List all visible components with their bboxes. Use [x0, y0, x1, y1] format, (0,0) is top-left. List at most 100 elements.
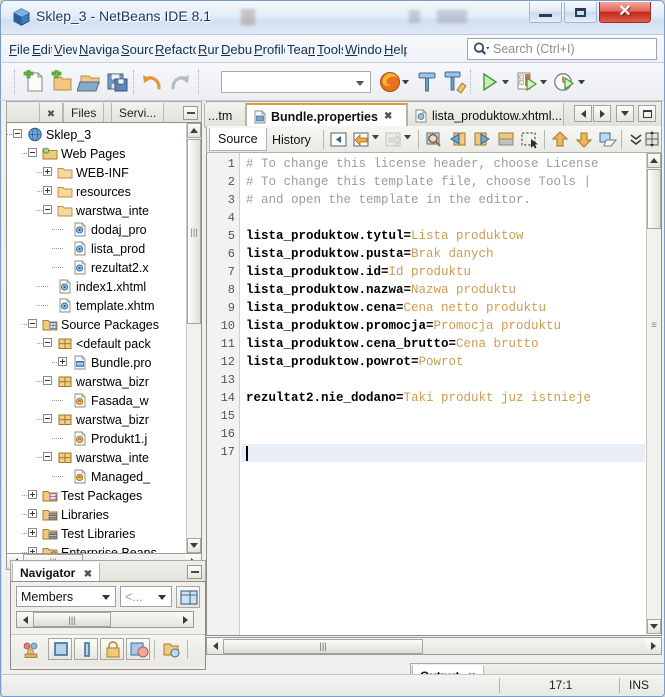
tree-collapse-icon[interactable] [43, 414, 52, 423]
tree-collapse-icon[interactable] [28, 319, 37, 328]
code-text-area[interactable]: # To change this license header, choose … [241, 153, 645, 635]
tab-files[interactable]: Files [63, 103, 105, 123]
navigator-horizontal-scrollbar[interactable]: ||| [16, 611, 194, 628]
profile-dropdown-arrow[interactable] [578, 80, 585, 85]
menu-team[interactable]: Team [286, 39, 315, 60]
new-file-button[interactable] [21, 68, 47, 94]
debug-dropdown-arrow[interactable] [540, 80, 547, 85]
tab-bundle-properties[interactable]: Bundle.properties ✖ [246, 103, 407, 128]
minimize-button[interactable] [529, 2, 562, 23]
tree-expand-icon[interactable] [58, 357, 67, 366]
toggle-bookmark-button[interactable] [495, 130, 517, 149]
code-editor[interactable]: 1 2 3 4 5 6 7 8 9 10 11 12 13 14 15 16 17 # To change th… [206, 153, 662, 636]
scroll-right-button[interactable] [177, 612, 193, 627]
scroll-up-button[interactable] [187, 123, 201, 138]
scroll-left-button[interactable] [17, 612, 33, 627]
open-project-button[interactable] [76, 70, 103, 94]
tree-node[interactable]: Bundle.pro [7, 353, 201, 372]
redo-button[interactable] [168, 70, 194, 94]
run-project-button[interactable] [476, 70, 502, 94]
navigator-view-button[interactable] [176, 586, 200, 608]
tree-node[interactable]: resources [7, 182, 201, 201]
editor-vertical-scrollbar[interactable]: ≡ [646, 153, 661, 634]
tab-template-xhtml[interactable]: ...tm [204, 103, 246, 128]
scroll-down-button[interactable] [647, 619, 661, 634]
show-inherited-button[interactable] [48, 638, 72, 660]
scroll-left-button[interactable] [207, 638, 223, 654]
scroll-thumb[interactable]: ||| [33, 612, 111, 627]
tree-node[interactable]: template.xhtm [7, 296, 201, 315]
scroll-up-button[interactable] [647, 153, 661, 168]
tab-lista-produktow-xhtml[interactable]: lista_produktow.xhtml... [407, 103, 564, 128]
menu-source[interactable]: Source [120, 39, 153, 60]
maximize-button[interactable] [564, 2, 597, 23]
last-edit-button[interactable] [328, 130, 350, 149]
find-selection-button[interactable] [423, 130, 445, 149]
show-fields-button[interactable] [74, 638, 98, 660]
tab-close-icon[interactable]: ✖ [84, 569, 92, 580]
tab-close-icon[interactable]: ✖ [384, 111, 392, 122]
undo-button[interactable] [140, 70, 166, 94]
menu-navigate[interactable]: Navigate [78, 39, 119, 60]
next-bookmark-button[interactable] [471, 130, 493, 149]
tab-list-button[interactable] [616, 105, 634, 122]
shift-line-left-button[interactable] [549, 130, 571, 149]
scroll-tabs-left-button[interactable] [574, 105, 592, 122]
source-view-button[interactable]: Source [209, 128, 267, 151]
tree-node[interactable]: <default pack [7, 334, 201, 353]
tree-node[interactable]: Produkt1.j [7, 429, 201, 448]
scroll-tabs-right-button[interactable] [593, 105, 611, 122]
tree-node[interactable]: Web Pages [7, 144, 201, 163]
filter-sort-button[interactable] [20, 639, 42, 661]
menu-help[interactable]: Help [383, 39, 407, 60]
back-navigate-button[interactable] [351, 130, 373, 149]
tree-expand-icon[interactable] [28, 528, 37, 537]
menu-window[interactable]: Window [344, 39, 382, 60]
tree-node[interactable]: index1.xhtml [7, 277, 201, 296]
back-dropdown-arrow[interactable] [372, 135, 379, 140]
tree-node[interactable]: Test Libraries [7, 524, 201, 543]
run-dropdown-arrow[interactable] [502, 80, 509, 85]
maximize-editor-button[interactable] [638, 105, 656, 122]
tree-node[interactable]: warstwa_bizr [7, 410, 201, 429]
scroll-right-button[interactable] [645, 638, 661, 654]
tree-node[interactable]: Source Packages [7, 315, 201, 334]
start-macro-recording-button[interactable] [597, 130, 619, 149]
tree-node[interactable]: Managed_ [7, 467, 201, 486]
previous-bookmark-button[interactable] [447, 130, 469, 149]
tree-expand-icon[interactable] [43, 186, 52, 195]
menu-edit[interactable]: Edit [31, 39, 52, 60]
tree-node[interactable]: Libraries [7, 505, 201, 524]
tree-expand-icon[interactable] [28, 509, 37, 518]
tree-collapse-icon[interactable] [43, 452, 52, 461]
tree-expand-icon[interactable] [43, 167, 52, 176]
tree-collapse-icon[interactable] [43, 205, 52, 214]
show-static-button[interactable] [100, 638, 124, 660]
close-button[interactable]: ✕ [599, 2, 651, 23]
tree-node[interactable]: warstwa_inte [7, 448, 201, 467]
tree-collapse-icon[interactable] [13, 129, 22, 138]
tab-close-icon[interactable]: ✖ [47, 109, 55, 120]
menu-tools[interactable]: Tools [316, 39, 343, 60]
tab-services[interactable]: Servi... [111, 103, 165, 123]
expand-all-button[interactable] [160, 639, 182, 661]
clean-build-button[interactable] [442, 70, 468, 94]
tree-collapse-icon[interactable] [43, 338, 52, 347]
tree-node[interactable]: warstwa_inte [7, 201, 201, 220]
search-input[interactable]: Search (Ctrl+I) [467, 38, 657, 60]
build-project-button[interactable] [414, 70, 440, 94]
tree-vertical-scrollbar[interactable]: ||| [186, 123, 201, 553]
tree-node[interactable]: WEB-INF [7, 163, 201, 182]
tree-node[interactable]: Sklep_3 [7, 125, 201, 144]
tree-collapse-icon[interactable] [28, 148, 37, 157]
toggle-rectangular-selection-button[interactable] [519, 130, 541, 149]
history-view-button[interactable]: History [264, 128, 319, 151]
tree-node[interactable]: warstwa_bizr [7, 372, 201, 391]
new-project-button[interactable] [49, 68, 75, 94]
project-configuration-combo[interactable] [221, 71, 371, 93]
browser-dropdown-arrow[interactable] [402, 80, 409, 85]
minimize-explorer-button[interactable] [183, 106, 198, 120]
minimize-navigator-button[interactable] [187, 565, 202, 579]
tree-node[interactable]: lista_prod [7, 239, 201, 258]
tree-node[interactable]: rezultat2.x [7, 258, 201, 277]
